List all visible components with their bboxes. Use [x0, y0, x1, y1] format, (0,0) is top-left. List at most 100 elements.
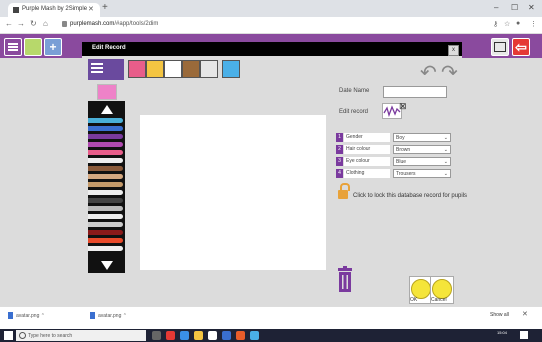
minimize-icon[interactable]: – [494, 3, 498, 12]
download-filename: avatar.png [98, 312, 122, 319]
pen-color[interactable] [88, 134, 123, 139]
download-filename: avatar.png [16, 312, 40, 319]
field-number: 2 [336, 145, 343, 154]
field-label: Gender [344, 133, 390, 142]
redo-icon[interactable]: ↷ [441, 60, 458, 85]
drawing-canvas[interactable] [140, 115, 326, 270]
date-name-input[interactable] [383, 86, 447, 98]
padlock-icon[interactable] [338, 190, 348, 199]
download-item[interactable]: avatar.png ⌃ [90, 312, 127, 319]
star-icon[interactable]: ☆ [504, 20, 510, 28]
field-select-hair-colour[interactable]: Brown ⌄ [393, 145, 451, 154]
smiley-ok-icon [411, 279, 431, 299]
grid-icon[interactable] [222, 60, 240, 78]
home-icon[interactable]: ⌂ [43, 19, 48, 28]
scroll-down-icon[interactable] [101, 261, 113, 270]
reload-icon[interactable]: ↻ [30, 19, 37, 28]
lock-record-text: Click to lock this database record for p… [353, 193, 468, 199]
pen-color[interactable] [88, 118, 123, 123]
edge-icon[interactable] [180, 331, 189, 340]
pen-color[interactable] [88, 238, 123, 243]
pen-color[interactable] [88, 174, 123, 179]
downloads-bar [0, 306, 542, 330]
task-view-icon[interactable] [152, 331, 161, 340]
lock-icon [62, 21, 67, 27]
back-icon[interactable]: ← [5, 19, 13, 28]
back-arrow-icon[interactable]: ⇦ [512, 38, 530, 56]
plus-icon[interactable]: + [44, 38, 62, 56]
field-select-clothing[interactable]: Trousers ⌄ [393, 169, 451, 178]
store-icon[interactable] [250, 331, 259, 340]
scroll-up-icon[interactable] [101, 105, 113, 114]
dialog-title-bar: Edit Record [82, 42, 462, 56]
people-icon[interactable] [146, 60, 164, 78]
pen-color[interactable] [88, 126, 123, 131]
search-icon [19, 332, 26, 339]
taskbar-search-input[interactable]: Type here to search [16, 330, 146, 341]
notification-icon[interactable] [520, 331, 528, 339]
pen-color[interactable] [88, 150, 123, 155]
browser-tab[interactable]: Purple Mash by 2Simple ✕ [8, 3, 100, 17]
pen-color[interactable] [88, 166, 123, 171]
app-icon[interactable] [166, 331, 175, 340]
pen-tool-icon[interactable] [88, 59, 124, 80]
pen-color[interactable] [88, 222, 123, 227]
chevron-up-icon[interactable]: ⌃ [123, 313, 127, 319]
pen-color[interactable] [88, 182, 123, 187]
downloads-close-icon[interactable]: ✕ [522, 310, 528, 318]
kebab-menu-icon[interactable]: ⋮ [530, 20, 537, 28]
camera-icon[interactable] [200, 60, 218, 78]
chevron-down-icon: ⌄ [443, 171, 448, 177]
frame-icon[interactable] [182, 60, 200, 78]
download-item[interactable]: avatar.png ⌃ [8, 312, 45, 319]
field-select-eye-colour[interactable]: Blue ⌄ [393, 157, 451, 166]
pen-color[interactable] [88, 246, 123, 251]
text-icon[interactable] [164, 60, 182, 78]
file-explorer-icon[interactable] [194, 331, 203, 340]
maximize-icon[interactable]: ☐ [511, 3, 518, 12]
field-number: 4 [336, 169, 343, 178]
url-domain: purplemash.com [70, 21, 115, 27]
key-icon[interactable]: ⚷ [493, 20, 498, 28]
undo-icon[interactable]: ↶ [420, 60, 437, 85]
cancel-label: Cancel [431, 297, 447, 303]
browser-toolbar: ← → ↻ ⌂ purplemash.com/#app/tools/2dim ⚷… [0, 17, 542, 34]
show-all-button[interactable]: Show all [490, 312, 509, 318]
shapes-icon[interactable] [128, 60, 146, 78]
pen-color[interactable] [88, 198, 123, 203]
pen-color[interactable] [88, 158, 123, 163]
trash-icon[interactable] [337, 266, 353, 292]
windows-start-icon[interactable] [4, 331, 13, 340]
pen-color[interactable] [88, 214, 123, 219]
pen-color[interactable] [88, 206, 123, 211]
clear-edit-icon[interactable]: ⊠ [399, 101, 407, 112]
smiley-cancel-icon [432, 279, 452, 299]
edit-record-label: Edit record [339, 109, 369, 115]
new-tab-icon[interactable]: + [102, 2, 108, 13]
dialog-title: Edit Record [92, 45, 126, 51]
date-name-label: Date Name [339, 88, 370, 94]
tab-close-icon[interactable]: ✕ [88, 5, 94, 13]
chevron-up-icon[interactable]: ⌃ [41, 313, 45, 319]
dialog-close-button[interactable]: x [448, 45, 459, 56]
forward-icon[interactable]: → [17, 19, 25, 28]
address-bar[interactable]: purplemash.com/#app/tools/2dim [62, 18, 482, 31]
pen-color[interactable] [88, 142, 123, 147]
chevron-down-icon: ⌄ [443, 147, 448, 153]
chart-icon[interactable] [24, 38, 42, 56]
field-label: Eye colour [344, 157, 390, 166]
url-path: /#app/tools/2dim [114, 21, 159, 27]
slideshow-icon[interactable] [491, 38, 509, 56]
pen-color[interactable] [88, 190, 123, 195]
field-select-gender[interactable]: Boy ⌄ [393, 133, 451, 142]
office-icon[interactable] [236, 331, 245, 340]
pen-color[interactable] [88, 230, 123, 235]
current-color-swatch[interactable] [97, 84, 117, 100]
profile-icon[interactable]: ● [516, 20, 520, 27]
chrome-icon[interactable] [208, 331, 217, 340]
field-value: Brown [396, 147, 411, 153]
image-file-icon [8, 312, 13, 319]
menu-icon[interactable] [4, 38, 22, 56]
mail-icon[interactable] [222, 331, 231, 340]
window-close-icon[interactable]: ✕ [528, 3, 535, 12]
